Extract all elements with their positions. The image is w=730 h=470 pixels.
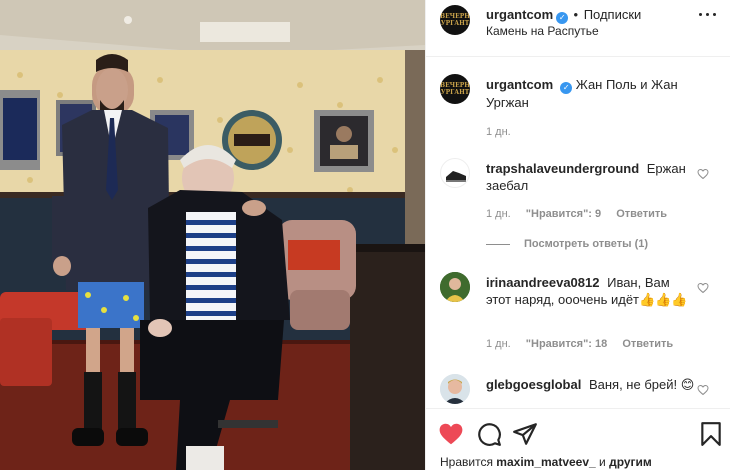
- caption-meta: 1 дн.: [486, 126, 523, 138]
- follow-separator: •: [573, 7, 582, 22]
- sneaker-avatar-image: [446, 171, 466, 182]
- comment-item: trapshalaveunderground Ержан заебал 1 дн…: [426, 158, 730, 253]
- likes-prefix: Нравится: [440, 455, 493, 469]
- post-header: ВЕЧЕРНИЙУРГАНТ urgantcom✓ • Подписки Кам…: [426, 0, 730, 57]
- verified-badge-icon: ✓: [556, 12, 569, 24]
- comment-meta: 1 дн. "Нравится": 9 Ответить: [486, 208, 679, 220]
- comment-icon[interactable]: [476, 421, 502, 447]
- comment-text: Ваня, не брей! 😊: [588, 377, 695, 392]
- comment-age[interactable]: 1 дн.: [486, 208, 511, 220]
- author-line: urgantcom ✓ • Подписки: [486, 7, 641, 24]
- view-replies-button[interactable]: Посмотреть ответы (1): [486, 238, 648, 250]
- caption-author-username[interactable]: urgantcom: [486, 77, 553, 92]
- reply-button[interactable]: Ответить: [616, 208, 667, 220]
- more-options-icon[interactable]: [697, 8, 719, 22]
- commenter-username[interactable]: glebgoesglobal: [486, 377, 581, 392]
- post-actions: Нравится maxim_matveev_ и другим: [426, 408, 730, 470]
- person-avatar-image: [440, 272, 470, 302]
- post-photo[interactable]: [0, 0, 425, 470]
- commenter-username[interactable]: irinaandreeva0812: [486, 275, 599, 290]
- share-icon[interactable]: [512, 421, 538, 447]
- post-location[interactable]: Камень на Распутье: [486, 24, 599, 38]
- commenter-avatar[interactable]: [440, 272, 470, 302]
- reply-button[interactable]: Ответить: [622, 338, 673, 350]
- verified-badge-icon: ✓: [560, 82, 573, 94]
- comment-text-block: glebgoesglobal Ваня, не брей! 😊: [486, 376, 696, 393]
- person-avatar-image: [440, 374, 470, 404]
- liked-by-username[interactable]: maxim_matveev_: [496, 455, 595, 469]
- caption-entry: ВЕЧЕРНИЙУРГАНТ urgantcom✓ Жан Поль и Жан…: [426, 74, 730, 144]
- heart-outline-icon[interactable]: [697, 282, 709, 294]
- heart-icon[interactable]: [438, 421, 464, 447]
- caption-age[interactable]: 1 дн.: [486, 126, 511, 138]
- caption-text-block: urgantcom ✓ Жан Поль и Жан Ургжан: [486, 76, 696, 111]
- follow-button[interactable]: Подписки: [584, 7, 642, 22]
- bookmark-icon[interactable]: [698, 421, 724, 447]
- comment-item: glebgoesglobal Ваня, не брей! 😊: [426, 374, 730, 408]
- comment-text-block: irinaandreeva0812 Иван, Вам этот наряд, …: [486, 274, 696, 308]
- comments-list[interactable]: ВЕЧЕРНИЙУРГАНТ urgantcom✓ Жан Поль и Жан…: [426, 58, 730, 408]
- likes-joiner: и: [599, 455, 606, 469]
- commenter-avatar[interactable]: [440, 158, 470, 188]
- commenter-username[interactable]: trapshalaveunderground: [486, 161, 639, 176]
- commenter-avatar[interactable]: [440, 374, 470, 404]
- comment-age[interactable]: 1 дн.: [486, 338, 511, 350]
- post-side-panel: ВЕЧЕРНИЙУРГАНТ urgantcom✓ • Подписки Кам…: [425, 0, 730, 470]
- likes-summary: Нравится maxim_matveev_ и другим: [440, 455, 652, 469]
- caption-author-avatar[interactable]: ВЕЧЕРНИЙУРГАНТ: [440, 74, 470, 104]
- likes-others-link[interactable]: другим: [609, 455, 652, 469]
- author-avatar[interactable]: ВЕЧЕРНИЙУРГАНТ: [440, 5, 470, 35]
- author-username[interactable]: urgantcom: [486, 7, 553, 22]
- heart-outline-icon[interactable]: [697, 168, 709, 180]
- comment-likes[interactable]: "Нравится": 9: [526, 208, 601, 220]
- heart-outline-icon[interactable]: [697, 384, 709, 396]
- comment-likes[interactable]: "Нравится": 18: [526, 338, 607, 350]
- comment-item: irinaandreeva0812 Иван, Вам этот наряд, …: [426, 272, 730, 352]
- comment-text-block: trapshalaveunderground Ержан заебал: [486, 160, 696, 194]
- comment-meta: 1 дн. "Нравится": 18 Ответить: [486, 338, 685, 350]
- photo-illustration: [0, 0, 425, 470]
- view-replies-label: Посмотреть ответы (1): [524, 238, 649, 250]
- replies-dash: [486, 243, 510, 245]
